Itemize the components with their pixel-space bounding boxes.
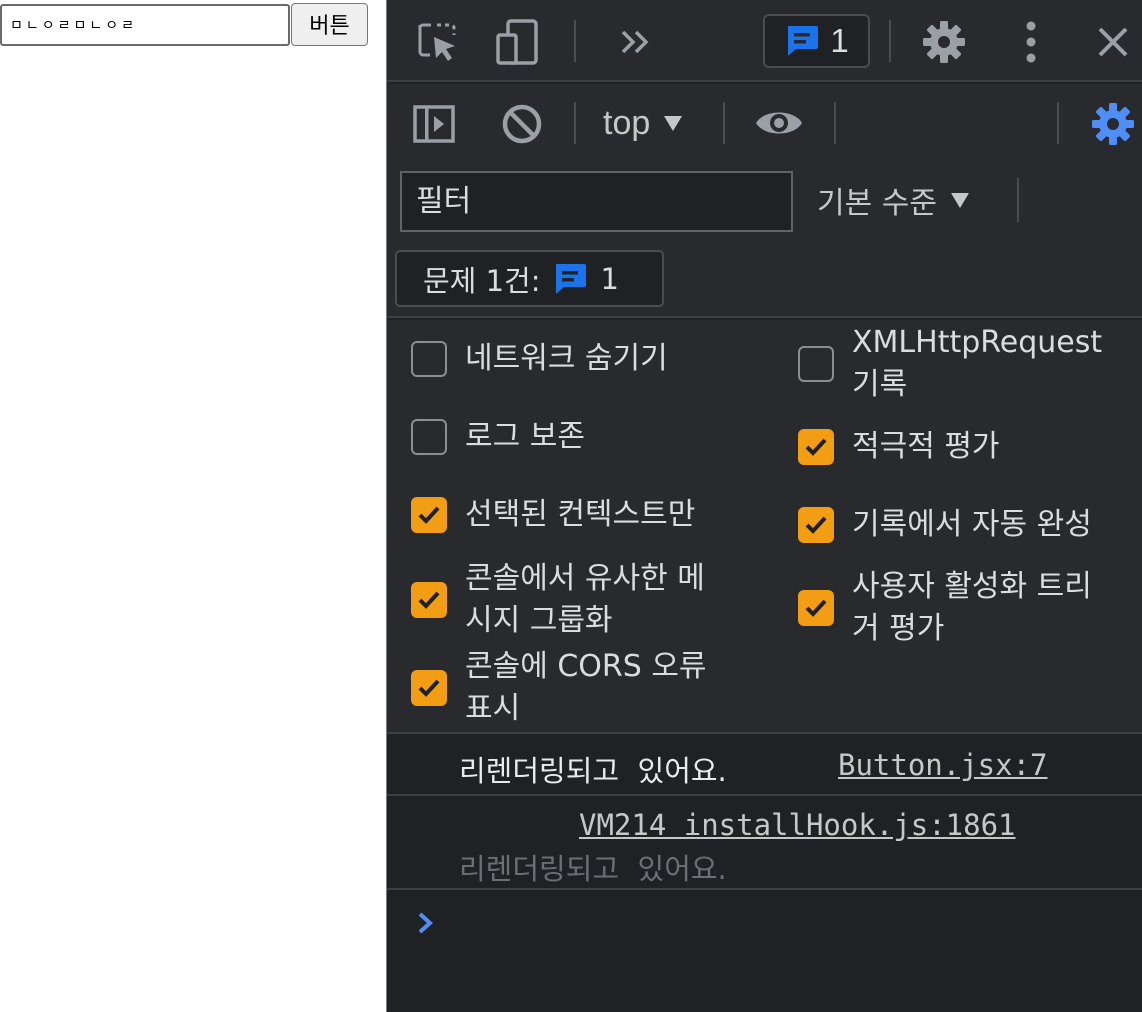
checkmark-icon [418,591,440,609]
console-settings-gear-icon[interactable] [1089,100,1137,148]
option-selected-context-only[interactable]: 선택된 컨텍스트만 [411,494,695,536]
console-settings-panel: 네트워크 숨기기 로그 보존 선택된 컨텍스트만 콘솔에서 유사한 메 시지 그… [387,320,1142,734]
checkbox[interactable] [798,429,834,465]
checkbox[interactable] [411,497,447,533]
option-user-activation-eval[interactable]: 사용자 활성화 트리 거 평가 [798,566,1092,650]
toolbar-separator [889,20,891,62]
issues-badge-button[interactable]: 1 [763,14,870,68]
dropdown-triangle-icon [950,192,969,208]
checkmark-icon [418,506,440,524]
issues-count: 1 [600,261,619,296]
checkmark-icon [805,438,827,456]
more-tabs-chevron-icon[interactable] [615,22,655,62]
console-prompt[interactable] [387,892,1142,1012]
live-expression-eye-icon[interactable] [753,100,805,146]
console-message-source-link[interactable]: VM214 installHook.js:1861 [579,808,1016,842]
text-input[interactable] [0,4,290,46]
checkmark-icon [418,679,440,697]
option-label: XMLHttpRequest 기록 [852,325,1103,402]
checkbox[interactable] [411,419,447,455]
console-message: 리렌더링되고 있어요. Button.jsx:7 [387,736,1142,796]
checkmark-icon [805,599,827,617]
checkbox[interactable] [798,507,834,543]
checkmark-icon [805,516,827,534]
filter-input[interactable] [400,171,793,232]
devtools-panel: 1 top 필터 기본 수준 문제 1건: 1 네트워크 숨기기 로그 보존 선… [387,0,1142,1012]
option-label: 기록에서 자동 완성 [852,507,1092,542]
toolbar-separator [574,20,576,62]
toolbar-separator [1017,178,1019,222]
page-button[interactable]: 버튼 [291,3,368,46]
toolbar-separator [1057,102,1059,144]
checkbox[interactable] [798,346,834,382]
checkbox[interactable] [411,670,447,706]
dropdown-triangle-icon [664,115,683,131]
settings-gear-icon[interactable] [920,18,968,66]
issues-button[interactable]: 문제 1건: 1 [395,250,664,307]
option-preserve-log[interactable]: 로그 보존 [411,416,585,458]
sidebar-toggle-icon[interactable] [411,101,457,147]
option-hide-network[interactable]: 네트워크 숨기기 [411,338,668,380]
log-level-label: 기본 수준 [817,186,937,221]
option-label: 콘솔에서 유사한 메 시지 그룹화 [465,561,705,638]
console-message-text: 리렌더링되고 있어요. [459,754,727,788]
console-message: VM214 installHook.js:1861 리렌더링되고 있어요. [387,798,1142,890]
console-message-source-link[interactable]: Button.jsx:7 [838,748,1048,782]
option-log-xhr[interactable]: XMLHttpRequest 기록 [798,322,1102,406]
context-selector[interactable]: top [603,100,683,146]
message-icon [788,26,819,56]
option-group-similar[interactable]: 콘솔에서 유사한 메 시지 그룹화 [411,558,705,642]
checkbox[interactable] [411,341,447,377]
context-label: top [603,103,651,142]
device-toolbar-icon[interactable] [493,16,543,66]
option-autocomplete-history[interactable]: 기록에서 자동 완성 [798,504,1092,546]
option-eager-evaluation[interactable]: 적극적 평가 [798,426,1000,468]
more-options-icon[interactable] [1011,18,1051,66]
option-label: 네트워크 숨기기 [465,341,668,376]
option-label: 콘솔에 CORS 오류 표시 [465,649,707,726]
option-label: 선택된 컨텍스트만 [465,497,696,532]
toolbar-separator [723,102,725,144]
message-icon [556,263,587,294]
checkbox[interactable] [411,582,447,618]
web-page: 버튼 [0,0,387,1012]
checkbox[interactable] [798,590,834,626]
issues-label: 문제 1건: [423,263,541,298]
inspect-element-icon[interactable] [413,18,461,66]
close-icon[interactable] [1091,20,1135,64]
toolbar-separator [834,102,836,144]
option-label: 로그 보존 [465,419,585,454]
option-label: 사용자 활성화 트리 거 평가 [852,569,1092,646]
option-label: 적극적 평가 [852,429,1000,464]
log-level-selector[interactable]: 기본 수준 [817,178,969,222]
prompt-chevron-icon [418,912,433,934]
option-show-cors-errors[interactable]: 콘솔에 CORS 오류 표시 [411,646,707,730]
issues-badge-count: 1 [830,22,849,59]
toolbar-separator [574,102,576,144]
console-message-text: 리렌더링되고 있어요. [459,852,727,886]
clear-console-icon[interactable] [499,101,545,147]
